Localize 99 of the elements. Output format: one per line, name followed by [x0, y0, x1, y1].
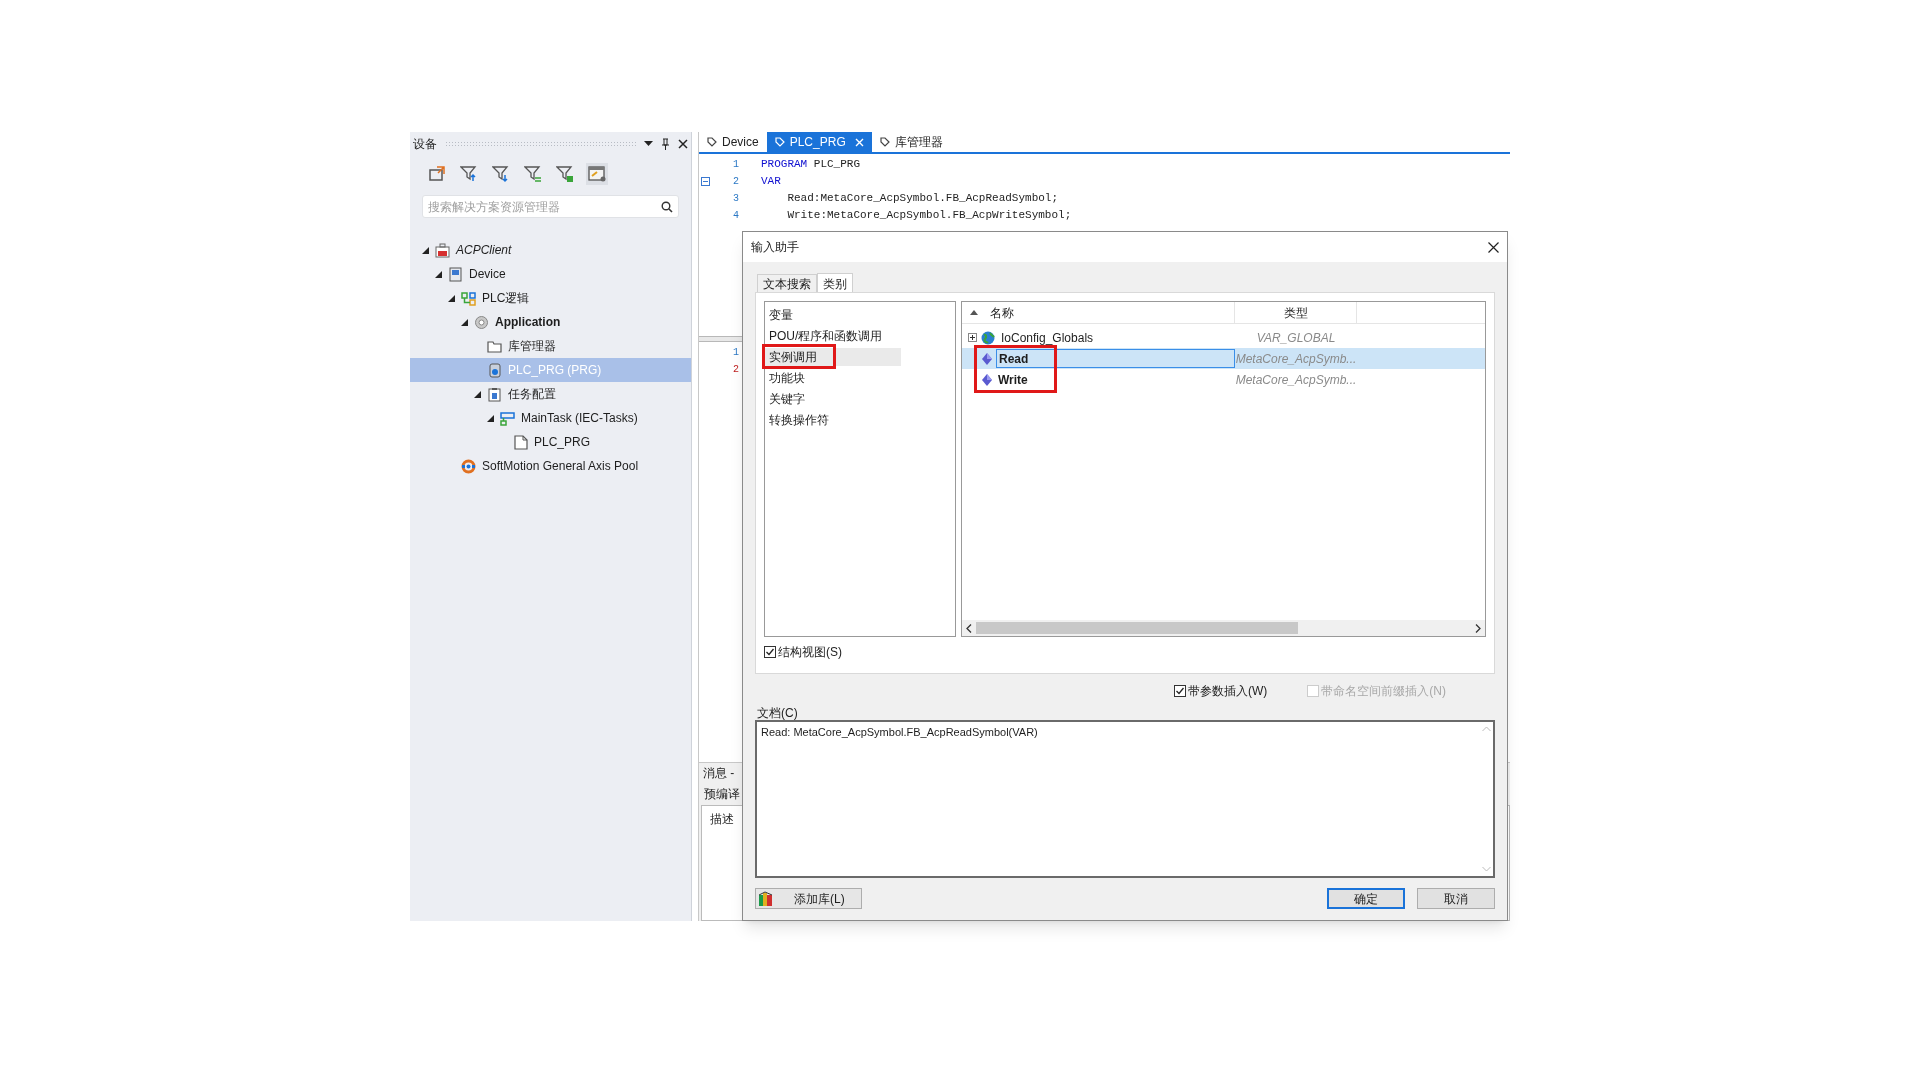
collapse-icon[interactable] [435, 270, 442, 278]
dialog-title: 输入助手 [751, 239, 799, 256]
category-item[interactable]: 转换操作符 [765, 410, 901, 429]
table-cell-text: Write [997, 371, 1029, 389]
device-icon [448, 266, 463, 282]
search-field[interactable]: 搜索解决方案资源管理器 [422, 195, 679, 218]
tag-icon [707, 137, 717, 147]
tree-item[interactable]: Application [410, 310, 691, 334]
close-icon[interactable] [678, 138, 688, 149]
tree-item[interactable]: 任务配置 [410, 382, 691, 406]
toolbar-button[interactable] [586, 163, 608, 185]
editor-tab[interactable]: Device [699, 132, 767, 152]
toolbox-icon [435, 242, 450, 258]
tree-item[interactable]: PLC_PRG [410, 430, 691, 454]
scrollbar-thumb[interactable] [976, 622, 1298, 634]
sort-ascending-icon[interactable] [970, 310, 978, 315]
line-number: 2 [732, 363, 739, 377]
gear-icon [474, 314, 489, 330]
line-number: 3 [732, 192, 739, 206]
checkbox[interactable]: 结构视图(S) [764, 643, 842, 661]
editor-tab[interactable]: PLC_PRG [766, 132, 872, 152]
tree-item[interactable]: 库管理器 [410, 334, 691, 358]
cancel-button[interactable]: 取消 [1417, 888, 1495, 909]
toolbar-button[interactable] [522, 163, 544, 185]
category-item[interactable]: 功能块 [765, 368, 901, 387]
collapse-icon[interactable] [474, 390, 481, 398]
column-header[interactable]: 类型 [1283, 303, 1308, 322]
filter-icon [492, 165, 510, 183]
collapse-icon[interactable] [487, 414, 494, 422]
scroll-left-icon[interactable] [966, 623, 972, 633]
close-icon[interactable] [1488, 241, 1499, 253]
field-label: 文档(C) [757, 705, 798, 720]
collapse-icon[interactable] [422, 246, 429, 254]
table-cell-text: VAR_GLOBAL [1255, 329, 1337, 347]
table-row[interactable]: Write MetaCore_AcpSymb... [962, 369, 1485, 390]
collapse-icon[interactable] [461, 318, 468, 326]
code-line: Write:MetaCore_AcpSymbol.FB_AcpWriteSymbol; [786, 208, 1072, 224]
expand-icon[interactable] [968, 333, 977, 342]
scroll-right-icon[interactable] [1475, 623, 1481, 633]
variable-icon [982, 352, 992, 365]
add-library-button[interactable]: 添加库(L) [755, 888, 862, 909]
table-cell-text: IoConfig_Globals [1000, 329, 1095, 347]
line-number: 4 [732, 209, 739, 223]
code-line: PROGRAM PLC_PRG [761, 157, 861, 173]
code-line: Read:MetaCore_AcpSymbol.FB_AcpReadSymbol; [786, 191, 1059, 207]
checkbox[interactable]: 带参数插入(W) [1174, 682, 1268, 700]
task-icon [500, 410, 515, 426]
clipboard-icon [487, 386, 502, 402]
column-header[interactable]: 名称 [990, 303, 1014, 322]
tree-item[interactable]: SoftMotion General Axis Pool [410, 454, 691, 478]
column-header: 描述 [710, 812, 734, 826]
dialog-tab[interactable]: 文本搜索 [757, 274, 817, 292]
variable-icon [982, 373, 992, 386]
tree-item[interactable]: MainTask (IEC-Tasks) [410, 406, 691, 430]
document-icon [487, 362, 502, 378]
documentation-box[interactable]: Read: MetaCore_AcpSymbol.FB_AcpReadSymbol(VAR) [755, 720, 1495, 878]
logic-icon [461, 290, 476, 306]
category-item[interactable]: 实例调用 [765, 347, 901, 366]
filter-icon [556, 165, 574, 183]
filter-icon [460, 165, 478, 183]
collapse-icon[interactable] [448, 294, 455, 302]
dialog-tab[interactable]: 类别 [817, 273, 853, 293]
code-line: VAR [761, 174, 781, 190]
table-row[interactable]: Read MetaCore_AcpSymb... [962, 348, 1485, 369]
panel-title: 消息 - [702, 765, 736, 782]
tag-icon [774, 137, 785, 147]
editor-tab[interactable]: 库管理器 [871, 132, 951, 152]
filter-icon [524, 165, 542, 183]
globe-icon [981, 330, 995, 345]
documentation-text: Read: MetaCore_AcpSymbol.FB_AcpReadSymbol(VAR) [760, 725, 1039, 740]
horizontal-scrollbar[interactable] [962, 620, 1485, 636]
toolbar-button[interactable] [554, 163, 576, 185]
line-number: 1 [732, 158, 739, 172]
messages-tab[interactable]: 预编译 [701, 785, 743, 803]
table-cell-text: MetaCore_AcpSymb... [1235, 371, 1357, 389]
category-item[interactable]: POU/程序和函数调用 [765, 326, 901, 345]
dropdown-icon[interactable] [644, 140, 653, 147]
line-number: 1 [732, 346, 739, 360]
tree-item[interactable]: Device [410, 262, 691, 286]
table-cell: Read [996, 349, 1235, 368]
table-row[interactable]: IoConfig_Globals VAR_GLOBAL [962, 327, 1485, 348]
line-number: 2 [732, 175, 739, 189]
category-item[interactable]: 关键字 [765, 389, 901, 408]
category-item[interactable]: 变量 [765, 305, 901, 324]
window-gear-icon [588, 165, 606, 183]
category-list[interactable]: 变量 POU/程序和函数调用 实例调用 功能块 关键字 转换操作符 [764, 301, 956, 637]
search-icon [661, 201, 673, 213]
pin-icon[interactable] [661, 137, 670, 150]
export-icon [428, 165, 446, 183]
axis-icon [461, 458, 476, 474]
tree-item[interactable]: PLC逻辑 [410, 286, 691, 310]
page-icon [513, 434, 528, 450]
books-icon [758, 890, 774, 907]
table-cell-text: MetaCore_AcpSymb... [1235, 350, 1357, 368]
tag-icon [879, 137, 890, 147]
panel-title: 设备 [413, 135, 437, 153]
ok-button[interactable]: 确定 [1327, 888, 1405, 909]
tree-item[interactable]: ACPClient [410, 238, 691, 262]
folder-icon [487, 338, 502, 354]
